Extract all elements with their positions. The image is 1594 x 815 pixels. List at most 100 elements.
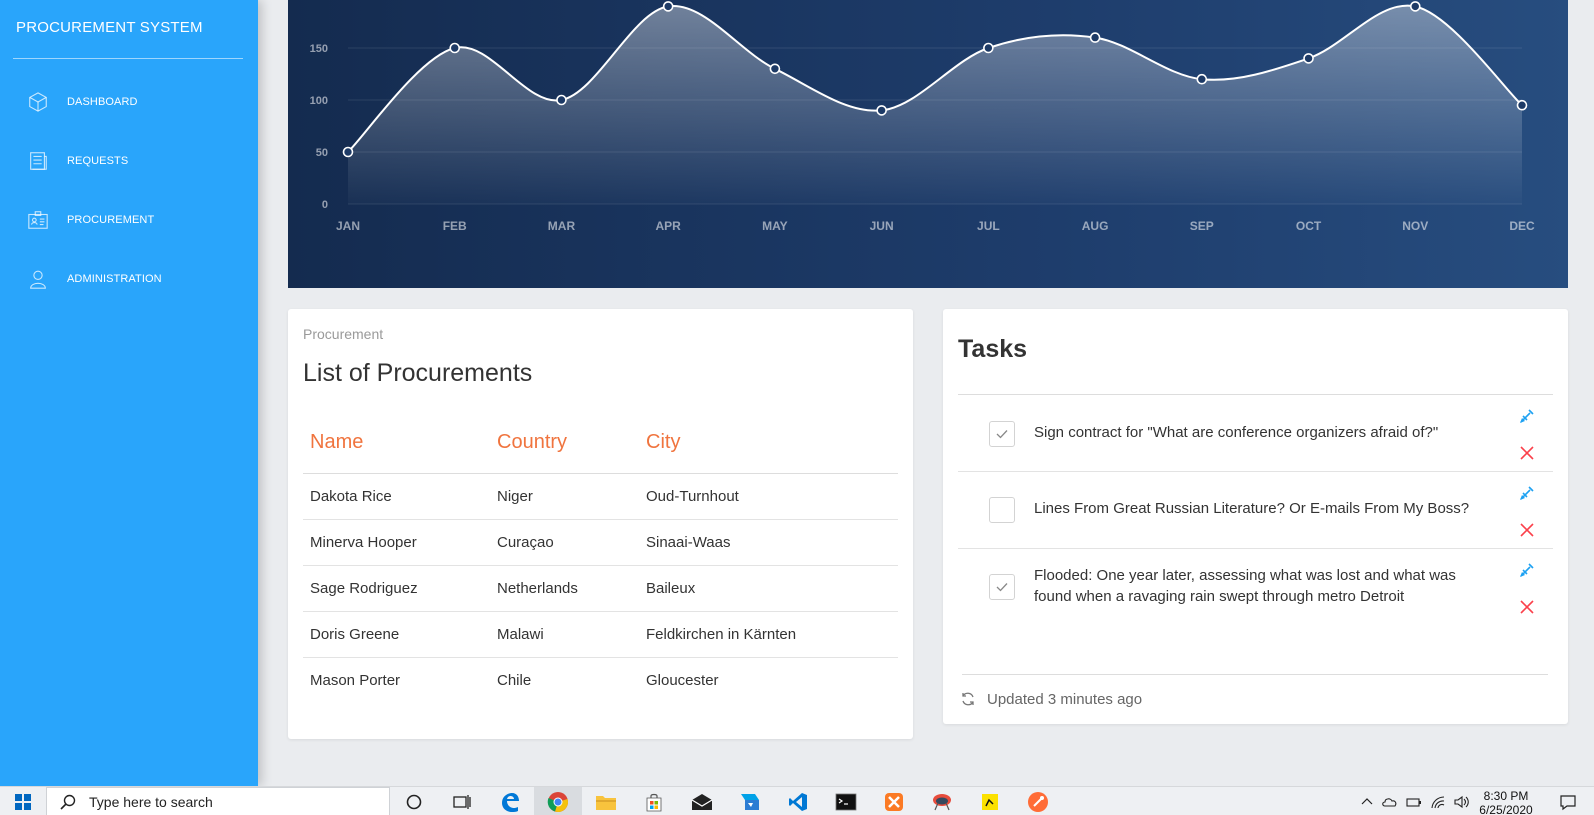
edit-icon[interactable] [1518, 407, 1536, 425]
taskbar-search-box[interactable]: Type here to search [46, 787, 390, 815]
x-tick-label: OCT [1296, 219, 1322, 233]
x-tick-label: JUL [977, 219, 1000, 233]
task-item: Flooded: One year later, assessing what … [958, 549, 1553, 626]
wifi-icon[interactable] [1430, 795, 1446, 809]
cell-city: Oud-Turnhout [639, 473, 898, 520]
card-category: Procurement [303, 326, 384, 342]
sidebar-item-label: ADMINISTRATION [67, 273, 162, 285]
windows-taskbar: Type here to search 8:30 PM 6/25/2020 [0, 786, 1594, 815]
xampp-icon[interactable] [870, 787, 918, 815]
cell-city: Gloucester [646, 671, 719, 689]
sticky-notes-icon[interactable] [966, 787, 1014, 815]
sales-chart-panel: 0 50 100 150 JAN FEB MAR APR MAY JUN JUL AUG SEP OCT N… [288, 0, 1568, 288]
task-view-icon[interactable] [438, 787, 486, 815]
chrome-browser-icon[interactable] [534, 787, 582, 815]
postman-icon[interactable] [1014, 787, 1062, 815]
taskbar-clock[interactable]: 8:30 PM 6/25/2020 [1470, 789, 1542, 815]
procurement-table: Name Country City Dakota Rice Niger Oud-… [303, 413, 898, 703]
cell-city: Feldkirchen in Kärnten [639, 611, 898, 658]
cortana-icon[interactable] [390, 787, 438, 815]
procurement-card: Procurement List of Procurements Name Co… [288, 309, 913, 739]
table-row: Doris Greene Malawi Feldkirchen in Kärnt… [303, 611, 898, 658]
x-tick-label: JUN [870, 219, 894, 233]
notification-center-icon[interactable] [1548, 787, 1588, 815]
card-title: List of Procurements [303, 359, 533, 387]
app-icon[interactable] [918, 787, 966, 815]
system-tray [1360, 787, 1478, 815]
sidebar-item-dashboard[interactable]: DASHBOARD [0, 82, 258, 122]
task-text: Sign contract for "What are conference o… [1034, 424, 1439, 441]
clock-time: 8:30 PM [1483, 789, 1529, 803]
x-tick-label: JAN [336, 219, 360, 233]
tasks-card: Tasks Sign contract for "What are confer… [943, 309, 1568, 724]
card-footer: Updated 3 minutes ago [960, 690, 1142, 708]
check-icon [996, 583, 1008, 592]
sidebar-item-label: REQUESTS [67, 155, 129, 167]
delete-icon[interactable] [1519, 599, 1535, 615]
x-tick-label: DEC [1509, 219, 1535, 233]
chart-point[interactable] [1196, 73, 1208, 85]
chart-point[interactable] [1089, 32, 1101, 43]
battery-icon[interactable] [1406, 795, 1422, 809]
cell-name: Mason Porter [310, 671, 401, 689]
chart-point[interactable] [876, 105, 887, 116]
delete-icon[interactable] [1519, 522, 1535, 538]
vscode-icon[interactable] [774, 787, 822, 815]
cell-city: Sinaai-Waas [639, 519, 898, 566]
edit-icon[interactable] [1518, 561, 1536, 579]
brand-title[interactable]: PROCUREMENT SYSTEM [16, 19, 203, 36]
table-row: Dakota Rice Niger Oud-Turnhout [303, 473, 898, 520]
cell-country: Chile [497, 671, 532, 689]
table-row: Minerva Hooper Curaçao Sinaai-Waas [303, 519, 898, 566]
delete-icon[interactable] [1519, 445, 1535, 461]
edge-browser-icon[interactable] [486, 787, 534, 815]
mail-icon[interactable] [678, 787, 726, 815]
x-tick-label: MAY [762, 219, 788, 233]
table-row: Mason Porter Chile Gloucester [303, 657, 898, 703]
id-card-icon [26, 208, 50, 232]
column-header-city: City [639, 413, 898, 474]
edit-icon[interactable] [1518, 484, 1536, 502]
cell-name: Minerva Hooper [303, 519, 490, 566]
y-tick-label: 0 [322, 199, 328, 211]
cloud-icon[interactable] [1382, 795, 1398, 809]
cell-name: Dakota Rice [303, 473, 490, 520]
task-checkbox[interactable] [989, 574, 1015, 600]
search-placeholder: Type here to search [89, 793, 213, 810]
chevron-up-icon[interactable] [1360, 795, 1374, 809]
cell-city: Baileux [639, 565, 898, 612]
y-tick-label: 50 [316, 147, 328, 159]
app-icon[interactable] [726, 787, 774, 815]
search-icon [60, 794, 76, 810]
chart-point[interactable] [662, 1, 674, 12]
check-icon [996, 430, 1008, 439]
divider [962, 674, 1548, 675]
cell-country: Curaçao [490, 519, 639, 566]
refresh-icon [960, 690, 978, 708]
sidebar-item-procurement[interactable]: PROCUREMENT [0, 200, 258, 240]
chart-point[interactable] [1516, 99, 1528, 111]
chart-point[interactable] [769, 63, 781, 75]
task-checkbox[interactable] [989, 421, 1015, 447]
chart-point[interactable] [1409, 1, 1421, 12]
sidebar-item-administration[interactable]: ADMINISTRATION [0, 259, 258, 299]
table-header-row: Name Country City [303, 413, 898, 474]
chart-point[interactable] [449, 42, 461, 54]
card-title: Tasks [958, 335, 1028, 363]
chart-point[interactable] [342, 146, 354, 158]
task-item: Lines From Great Russian Literature? Or … [958, 472, 1553, 549]
chart-point[interactable] [1303, 53, 1314, 64]
terminal-icon[interactable] [822, 787, 870, 815]
box-icon [26, 90, 50, 114]
chart-point[interactable] [556, 94, 567, 106]
microsoft-store-icon[interactable] [630, 787, 678, 815]
x-tick-label: AUG [1082, 219, 1109, 233]
sidebar-item-requests[interactable]: REQUESTS [0, 141, 258, 181]
task-checkbox[interactable] [989, 497, 1015, 523]
start-button[interactable] [0, 787, 46, 815]
volume-icon[interactable] [1454, 795, 1470, 809]
user-icon [26, 267, 50, 291]
chart-point[interactable] [983, 42, 994, 54]
file-explorer-icon[interactable] [582, 787, 630, 815]
brand-divider [13, 58, 243, 59]
